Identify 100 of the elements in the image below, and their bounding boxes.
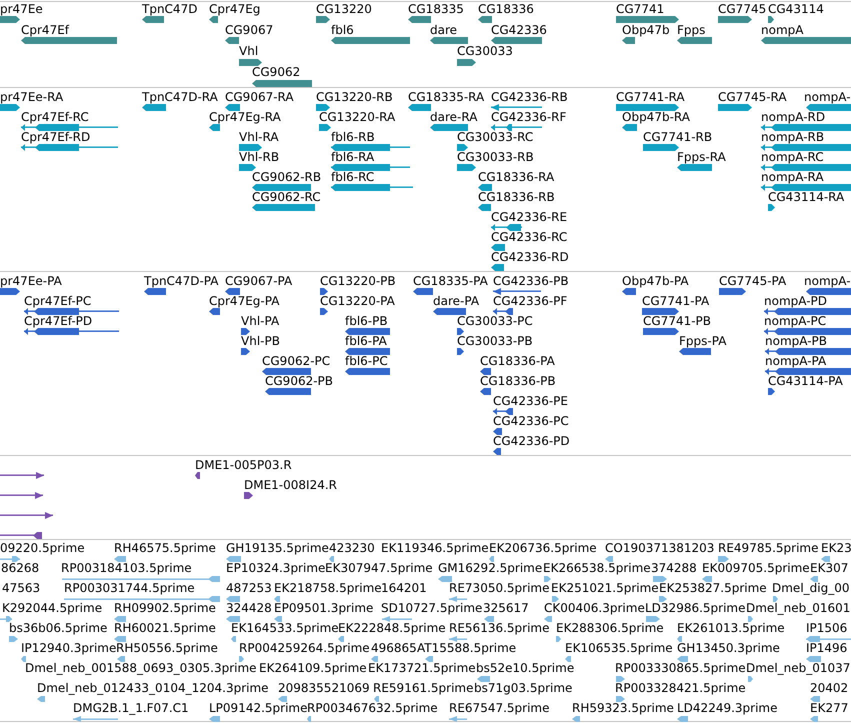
feature-label: LP09142.5prime [209, 702, 308, 715]
feature-label: pr47Ee [0, 2, 43, 16]
feature-label: EK288306.5prime [556, 622, 664, 635]
feature-label: CG18335 [408, 2, 464, 16]
feature-label: nompA-PB [765, 334, 827, 348]
feature-label: DME1-005P03.R [195, 458, 292, 472]
feature-label: EK261013.5prime [677, 622, 785, 635]
feature-label: 86268 [1, 562, 40, 575]
feature-label: CG9062-PB [265, 374, 334, 388]
feature-label: nompA-PD [764, 294, 828, 308]
feature-label: EK119346.5prime [381, 542, 489, 555]
feature-label: CG13220 [316, 2, 372, 16]
feature-label: Cpr47Ef-RD [21, 130, 90, 144]
feature-label: CG13220-PA [320, 294, 395, 308]
feature-label: CG43114 [768, 2, 824, 16]
feature-label: Vhl-RA [239, 130, 279, 144]
feature-label: Vhl-RB [239, 150, 280, 164]
feature-label: Dmel_neb_001588_0693_0305.3prime [25, 662, 257, 675]
feature-label: 423230 [329, 542, 375, 555]
feature-label: dare-PA [433, 294, 480, 308]
feature-label: nompA-PA [765, 354, 826, 368]
feature-label: CG9067 [225, 24, 274, 37]
feature-label: Cpr47Eg [209, 2, 260, 16]
feature-label: EK264109.5prime [259, 662, 367, 675]
feature-label: Cpr47Eg-PA [209, 294, 280, 308]
feature-label: pr47Ee-PA [0, 274, 62, 288]
feature-label: bs36b06.5prime [9, 622, 108, 635]
feature-label: fbl6-RA [331, 150, 374, 164]
feature-label: EK222848.5prime [338, 622, 446, 635]
feature-label: dare-RA [430, 110, 478, 124]
feature-label: CG42336-RC [491, 230, 568, 244]
feature-label: pr47Ee-RA [0, 90, 64, 104]
feature-label: Vhl-PB [241, 334, 280, 348]
feature-label: CG30033-PB [457, 334, 533, 348]
feature-label: 496865 [371, 642, 417, 655]
feature-label: EK307 [810, 562, 848, 575]
feature-label: fbl6-PB [345, 314, 388, 328]
feature-label: LD42249.3prime [677, 702, 778, 715]
feature-label: Dmel_neb_01601 [746, 602, 850, 615]
feature-label: TpnC47D-PA [144, 274, 218, 288]
feature-label: Fpps-PA [679, 334, 726, 348]
feature-label: dare [430, 24, 458, 37]
feature-label: GM16292.5prime [438, 562, 542, 575]
feature-label: 325617 [483, 602, 529, 615]
feature-label: EK307947.5prime [325, 562, 433, 575]
feature-label: Cpr47Ef-PD [24, 314, 92, 328]
feature-label: nompA-RA [761, 170, 824, 184]
feature-label: CG7741-RA [616, 90, 685, 104]
feature-label: nompA-RD [761, 110, 826, 124]
feature-label: DMG2B.1_1.F07.C1 [73, 702, 189, 715]
feature-label: SD10727.5prime [381, 602, 482, 615]
feature-label: nompA-PC [764, 314, 826, 328]
feature-label: CG30033 [457, 45, 513, 58]
feature-label: DME1-008I24.R [244, 478, 338, 492]
feature-label: bs52e10.5prime [476, 662, 574, 675]
feature-label: LD32986.5prime [645, 602, 746, 615]
feature-label: IP12940.3prime [21, 642, 116, 655]
feature-label: EK173721.5prime [368, 662, 476, 675]
feature-label: K292044.5prime [2, 602, 102, 615]
feature-label: RH60021.5prime [114, 622, 216, 635]
feature-label: CG9062-RC [252, 190, 321, 204]
feature-label: nompA-RC [761, 150, 824, 164]
feature-label: Fpps [677, 24, 706, 37]
feature-label: TpnC47D [142, 2, 198, 16]
feature-label: Dmel_neb_012433_0104_1204.3prime [37, 682, 269, 695]
feature-label: EK253827.5prime [659, 582, 767, 595]
feature-label: CG18335-PA [413, 274, 488, 288]
feature-label: CG42336-RD [491, 250, 569, 264]
feature-label: fbl6-RB [331, 130, 375, 144]
feature-label: CG42336-PE [493, 394, 568, 408]
feature-label: EK277 [810, 702, 848, 715]
feature-label: CG7745-RA [718, 90, 787, 104]
feature-label: CG9067-PA [225, 274, 292, 288]
feature-label: Vhl [239, 45, 258, 58]
feature-label: RE56136.5prime [449, 622, 550, 635]
feature-label: RP004259264.5prime [239, 642, 370, 655]
feature-label: CG7745-PA [719, 274, 786, 288]
feature-label: CG43114-PA [768, 374, 843, 388]
feature-label: CG18336 [478, 2, 534, 16]
feature-label: RP003031744.5prime [64, 582, 195, 595]
feature-label: Obp47b-PA [622, 274, 689, 288]
feature-label: Fpps-RA [677, 150, 726, 164]
feature-label: 209835521069 [278, 682, 370, 695]
feature-label: Obp47b [622, 24, 670, 37]
feature-label: EP09501.3prime [274, 602, 374, 615]
feature-label: nompA [761, 24, 804, 37]
feature-label: IP1506 [806, 622, 848, 635]
feature-label: 487253 [226, 582, 272, 595]
feature-label: CG42336-PD [493, 434, 570, 448]
feature-label: CG9062-PC [262, 354, 330, 368]
feature-label: CG30033-PC [457, 314, 533, 328]
feature-label: RP003328421.5prime [615, 682, 746, 695]
feature-label: CK00406.3prime [544, 602, 645, 615]
feature-label: bs71g03.5prime [474, 682, 572, 695]
feature-label: RE67547.5prime [449, 702, 550, 715]
feature-label: RH59323.5prime [572, 702, 674, 715]
feature-label: Cpr47Ef-RC [21, 110, 89, 124]
feature-label: 374288 [651, 562, 697, 575]
feature-label: 09220.5prime [0, 542, 85, 555]
feature-label: CG18336-RB [478, 190, 555, 204]
